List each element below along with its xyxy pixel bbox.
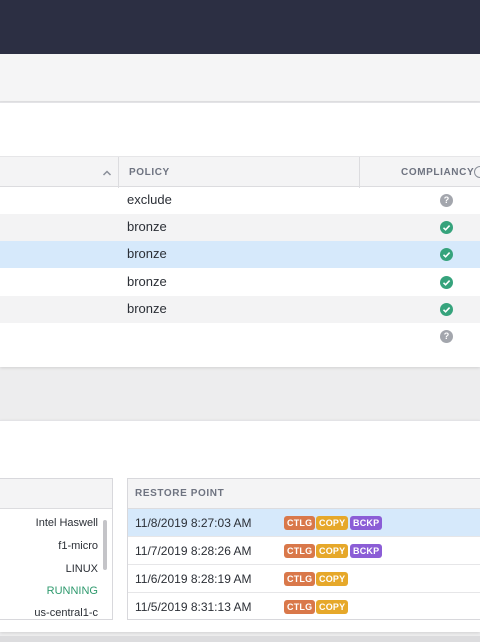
cpu-platform-value: Intel Haswell [35,517,98,529]
table-row[interactable]: exclude ? [0,187,480,214]
column-divider[interactable] [118,157,119,188]
top-navigation-bar [0,0,480,54]
column-divider[interactable] [359,157,360,188]
sort-ascending-icon[interactable] [102,168,112,178]
table-row[interactable]: bronze [0,241,480,268]
catalog-tag: CTLG [284,600,316,614]
machine-type-value: f1-micro [58,540,98,552]
copy-tag: COPY [316,516,349,530]
policy-cell: bronze [127,219,167,234]
copy-tag: COPY [316,572,349,586]
policy-cell: bronze [127,301,167,316]
check-circle-icon [440,303,453,316]
check-circle-icon [440,248,453,261]
copy-tag: COPY [316,600,349,614]
table-row[interactable]: ? [0,323,480,350]
restore-points-panel: RESTORE POINT 11/8/2019 8:27:03 AM CTLG … [127,478,480,620]
scrollbar[interactable] [103,520,107,570]
check-circle-icon [440,276,453,289]
restore-point-time: 11/5/2019 8:31:13 AM [135,600,252,614]
catalog-tag: CTLG [284,572,316,586]
policy-cell: bronze [127,246,167,261]
vm-properties-panel: Intel Haswell f1-micro LINUX RUNNING us-… [0,478,113,620]
properties-header [0,479,112,509]
table-row[interactable]: bronze [0,296,480,323]
column-header-compliancy[interactable]: COMPLIANCY [401,157,474,188]
restore-point-row[interactable]: 11/7/2019 8:28:26 AM CTLG COPY BCKP [128,537,480,565]
column-header-policy[interactable]: POLICY [129,157,170,188]
table-row[interactable]: bronze [0,269,480,296]
restore-point-time: 11/8/2019 8:27:03 AM [135,516,252,530]
backup-tag: BCKP [350,544,383,558]
check-circle-icon [440,221,453,234]
vm-details-card: Intel Haswell f1-micro LINUX RUNNING us-… [0,420,480,632]
restore-point-header[interactable]: RESTORE POINT [128,479,480,509]
restore-point-row[interactable]: 11/6/2019 8:28:19 AM CTLG COPY [128,565,480,593]
help-icon[interactable] [474,166,480,178]
vm-list-card: POLICY COMPLIANCY exclude ? bronze bronz… [0,102,480,367]
restore-point-time: 11/6/2019 8:28:19 AM [135,572,252,586]
os-type-value: LINUX [65,563,98,575]
help-icon: ? [440,330,453,343]
page-header-band [0,54,480,102]
help-icon: ? [440,194,453,207]
policy-cell: bronze [127,274,167,289]
policy-cell: exclude [127,192,172,207]
page-footer-band [0,636,480,642]
restore-point-row[interactable]: 11/8/2019 8:27:03 AM CTLG COPY BCKP [128,509,480,537]
table-row[interactable]: bronze [0,214,480,241]
backup-tag: BCKP [350,516,383,530]
copy-tag: COPY [316,544,349,558]
vm-status-value: RUNNING [46,585,98,597]
catalog-tag: CTLG [284,516,316,530]
catalog-tag: CTLG [284,544,316,558]
restore-point-time: 11/7/2019 8:28:26 AM [135,544,252,558]
zone-value: us-central1-c [34,607,98,619]
restore-point-row[interactable]: 11/5/2019 8:31:13 AM CTLG COPY [128,593,480,621]
table-header: POLICY COMPLIANCY [0,156,480,188]
